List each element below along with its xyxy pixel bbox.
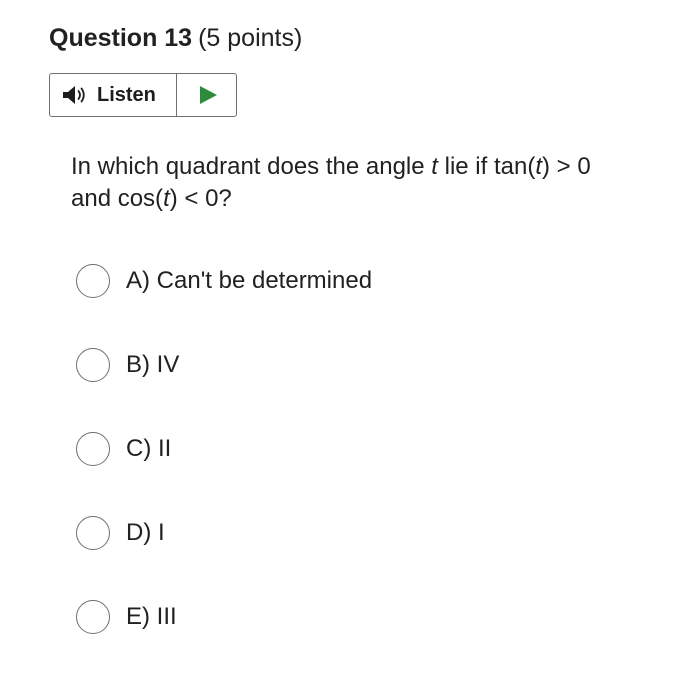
question-title: Question 13 [49,24,193,52]
option-label: B) IV [126,351,180,378]
option-d[interactable]: D) I [76,516,165,550]
question-text-part: ) > 0 [541,153,591,180]
option-label: E) III [126,603,177,630]
radio-button[interactable] [76,264,110,298]
listen-label: Listen [97,83,156,106]
variable-t: t [163,185,170,212]
option-a[interactable]: A) Can't be determined [76,264,372,298]
option-c[interactable]: C) II [76,432,171,466]
listen-widget: Listen [49,73,237,117]
listen-button[interactable]: Listen [50,74,177,116]
variable-t: t [535,153,542,180]
question-text-part: lie if tan( [437,153,536,180]
variable-t: t [431,153,438,180]
radio-button[interactable] [76,348,110,382]
question-text-part: and cos( [71,185,164,212]
option-label: D) I [126,519,165,546]
radio-button[interactable] [76,600,110,634]
play-button[interactable] [177,74,236,116]
question-prompt: In which quadrant does the angle t lie i… [71,151,661,215]
speaker-icon [61,84,91,106]
option-b[interactable]: B) IV [76,348,179,382]
play-icon [200,86,217,104]
radio-button[interactable] [76,516,110,550]
question-points: (5 points) [198,24,303,52]
radio-button[interactable] [76,432,110,466]
question-header: Question 13 (5 points) [49,21,302,55]
option-label: A) Can't be determined [126,267,373,294]
option-e[interactable]: E) III [76,600,177,634]
question-text-part: In which quadrant does the angle [71,153,432,180]
option-label: C) II [126,435,172,462]
question-text-part: ) < 0? [169,185,232,212]
